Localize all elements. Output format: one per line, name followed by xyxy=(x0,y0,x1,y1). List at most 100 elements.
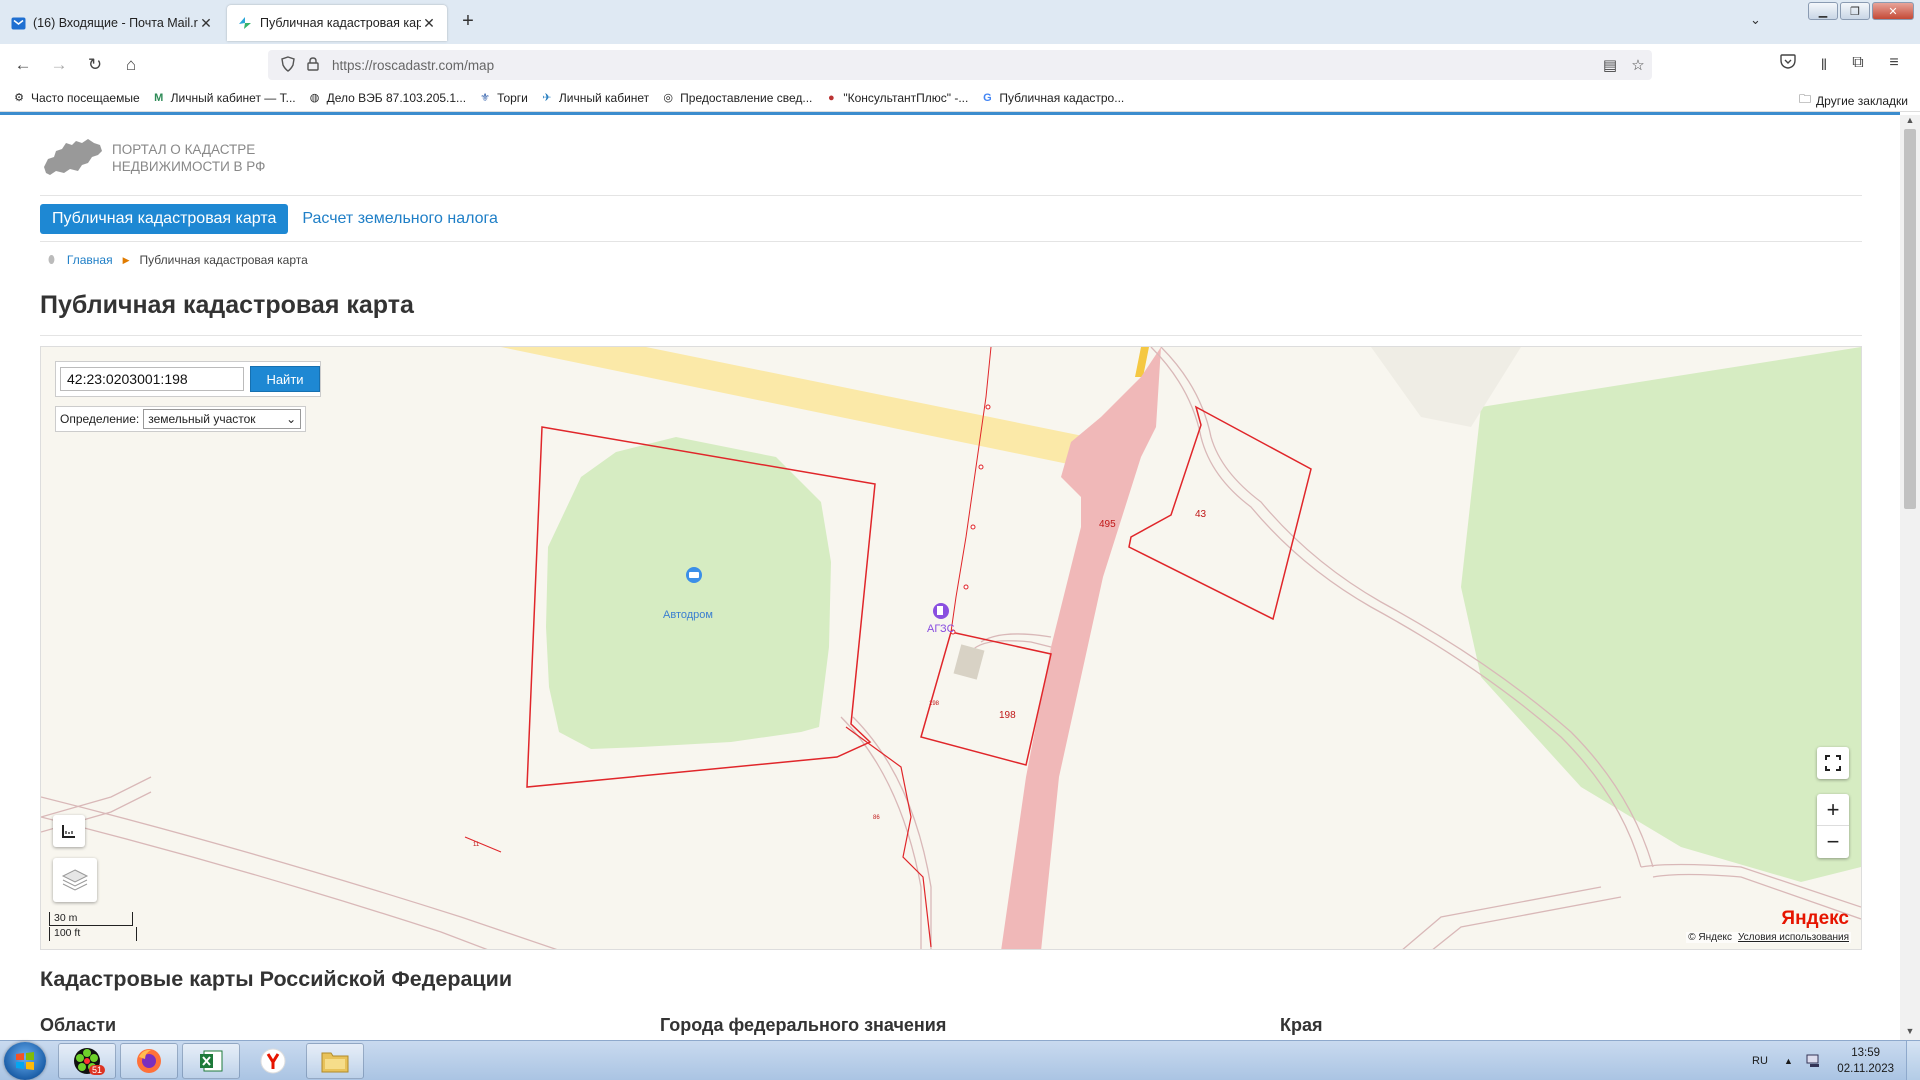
zoom-out-button[interactable]: − xyxy=(1817,826,1849,858)
gear-icon: ⚙ xyxy=(14,92,24,104)
bookmark-personal-account-t[interactable]: M Личный кабинет — Т... xyxy=(152,91,296,105)
parcel-43-outline[interactable] xyxy=(1128,405,1312,621)
breadcrumb-home-link[interactable]: Главная xyxy=(67,253,113,267)
map-scale-bar: 30 m 100 ft xyxy=(49,912,137,942)
consultant-icon: ● xyxy=(828,91,835,104)
list-tabs-chevron-icon[interactable]: ⌄ xyxy=(1750,12,1761,28)
cadastral-map[interactable]: Автодром АГЗС 198 198 43 495 11 86 Найти… xyxy=(40,346,1862,950)
google-icon: G xyxy=(983,91,992,104)
bookmark-personal-account[interactable]: ✈ Личный кабинет xyxy=(540,91,649,105)
scrollbar-thumb[interactable] xyxy=(1904,129,1916,509)
parcel-label-198[interactable]: 198 xyxy=(999,710,1016,721)
tray-expand-arrow-icon[interactable]: ▲ xyxy=(1784,1041,1793,1080)
back-arrow-icon[interactable]: ← xyxy=(12,54,34,76)
layers-button[interactable] xyxy=(53,858,97,902)
pocket-icon[interactable] xyxy=(1776,54,1800,74)
breadcrumb-arrow-icon: ▶ xyxy=(122,254,130,265)
tab-mail[interactable]: (16) Входящие - Почта Mail.ru ✕ xyxy=(0,5,224,41)
bookmark-public-cadastral[interactable]: G Публичная кадастро... xyxy=(980,91,1124,105)
gas-station-poi-icon[interactable] xyxy=(933,603,949,619)
parcel-label-43[interactable]: 43 xyxy=(1195,509,1206,520)
bookmark-veb-case[interactable]: ◍ Дело ВЭБ 87.103.205.1... xyxy=(308,91,466,105)
find-button[interactable]: Найти xyxy=(250,366,320,392)
yellow-road xyxy=(501,347,1137,477)
taskbar-icq-app[interactable]: 51 xyxy=(58,1043,116,1079)
menu-hamburger-icon[interactable]: ≡ xyxy=(1882,54,1906,72)
autodrom-poi-icon[interactable] xyxy=(686,567,702,583)
reload-icon[interactable]: ↻ xyxy=(84,54,106,76)
bookmark-star-icon[interactable]: ☆ xyxy=(1624,56,1652,74)
breadcrumb: ⬮ Главная ▶ Публичная кадастровая карта xyxy=(48,253,308,267)
parcel-line xyxy=(845,726,932,948)
scroll-down-arrow-icon[interactable]: ▼ xyxy=(1900,1026,1920,1040)
show-desktop-button[interactable] xyxy=(1906,1041,1920,1080)
site-logo[interactable]: ПОРТАЛ О КАДАСТРЕ НЕДВИЖИМОСТИ В РФ xyxy=(42,137,265,179)
scale-imperial: 100 ft xyxy=(49,927,137,941)
maximize-button[interactable]: ❐ xyxy=(1840,2,1870,20)
reader-view-icon[interactable]: ▤ xyxy=(1596,56,1624,74)
zoom-in-button[interactable]: + xyxy=(1817,794,1849,826)
scroll-up-arrow-icon[interactable]: ▲ xyxy=(1900,115,1920,129)
parcel-label-495[interactable]: 495 xyxy=(1099,519,1116,530)
green-area-autodrom xyxy=(546,437,831,749)
taskbar-firefox[interactable] xyxy=(120,1043,178,1079)
bookmark-label: Личный кабинет xyxy=(558,90,650,105)
logo-line-1: ПОРТАЛ О КАДАСТРЕ xyxy=(112,142,256,157)
url-host: https://roscadastr.com xyxy=(332,57,465,73)
start-button[interactable] xyxy=(4,1042,46,1080)
parcel-label-11: 11 xyxy=(473,842,480,848)
terms-of-use-link[interactable]: Условия использования xyxy=(1738,932,1849,943)
library-icon[interactable]: 𝍪 xyxy=(1812,54,1836,81)
page-scrollbar[interactable]: ▲ ▼ xyxy=(1900,115,1920,1040)
poi-label-autodrom[interactable]: Автодром xyxy=(663,609,713,621)
tracking-shield-icon[interactable] xyxy=(278,55,298,75)
cadastral-number-input[interactable] xyxy=(60,367,244,391)
url-path: /map xyxy=(464,57,495,73)
language-indicator[interactable]: RU xyxy=(1752,1041,1768,1080)
map-canvas[interactable] xyxy=(41,347,1862,950)
definition-value: земельный участок xyxy=(148,412,256,426)
taskbar-yandex-browser[interactable] xyxy=(244,1043,302,1079)
new-tab-button[interactable]: + xyxy=(456,10,480,33)
windows-taskbar: 51 RU ▲ 13:59 02.11.2023 xyxy=(0,1040,1920,1080)
clock-time: 13:59 xyxy=(1851,1047,1881,1059)
menu-item-land-tax[interactable]: Расчет земельного налога xyxy=(302,210,498,228)
close-tab-icon[interactable]: ✕ xyxy=(198,15,214,32)
fullscreen-button[interactable] xyxy=(1817,747,1849,779)
tab-cadastral-map[interactable]: Публичная кадастровая карта ✕ xyxy=(227,5,447,41)
parcel-198-outline[interactable] xyxy=(920,631,1052,766)
taskbar-excel[interactable] xyxy=(182,1043,240,1079)
ruler-button[interactable] xyxy=(53,815,85,847)
bookmark-other[interactable]: 🗀 Другие закладки xyxy=(1799,90,1908,111)
bookmark-most-visited[interactable]: ⚙ Часто посещаемые xyxy=(12,91,140,105)
poi-label-agzs[interactable]: АГЗС xyxy=(927,623,955,635)
forward-arrow-icon[interactable]: → xyxy=(48,54,70,76)
breadcrumb-current: Публичная кадастровая карта xyxy=(139,253,308,267)
minimize-button[interactable]: ▁ xyxy=(1808,2,1838,20)
definition-select[interactable]: земельный участок ⌄ xyxy=(143,409,302,429)
definition-row: Определение: земельный участок ⌄ xyxy=(55,406,307,432)
menu-item-cadastral-map[interactable]: Публичная кадастровая карта xyxy=(40,204,289,234)
home-icon[interactable]: ⌂ xyxy=(120,54,142,76)
extensions-icon[interactable]: ⧉ xyxy=(1846,54,1870,72)
window-close-button[interactable]: ✕ xyxy=(1872,2,1914,20)
m-icon: M xyxy=(154,91,164,104)
address-bar[interactable]: https://roscadastr.com/map ▤ ☆ xyxy=(268,50,1652,80)
bookmark-torgi[interactable]: ⚜ Торги xyxy=(478,91,528,105)
url-text[interactable]: https://roscadastr.com/map xyxy=(332,58,1596,73)
circle-icon: ◎ xyxy=(663,92,673,104)
bookmark-consultant-plus[interactable]: ● "КонсультантПлюс" -... xyxy=(824,91,968,105)
taskbar-file-explorer[interactable] xyxy=(306,1043,364,1079)
network-icon[interactable] xyxy=(1806,1041,1822,1080)
agzs-building xyxy=(953,644,985,680)
bookmark-label: Торги xyxy=(497,90,528,105)
parcel-label-86: 86 xyxy=(873,815,880,821)
badge-count: 51 xyxy=(88,1065,105,1075)
bookmark-provision-info[interactable]: ◎ Предоставление свед... xyxy=(661,91,812,105)
close-tab-icon[interactable]: ✕ xyxy=(421,15,437,32)
lock-icon[interactable] xyxy=(304,56,322,74)
system-clock[interactable]: 13:59 02.11.2023 xyxy=(1837,1045,1894,1077)
location-pin-icon: ⬮ xyxy=(48,253,55,266)
yandex-logo[interactable]: Яндекс xyxy=(1781,908,1849,930)
folder-icon: 🗀 xyxy=(1799,92,1812,106)
